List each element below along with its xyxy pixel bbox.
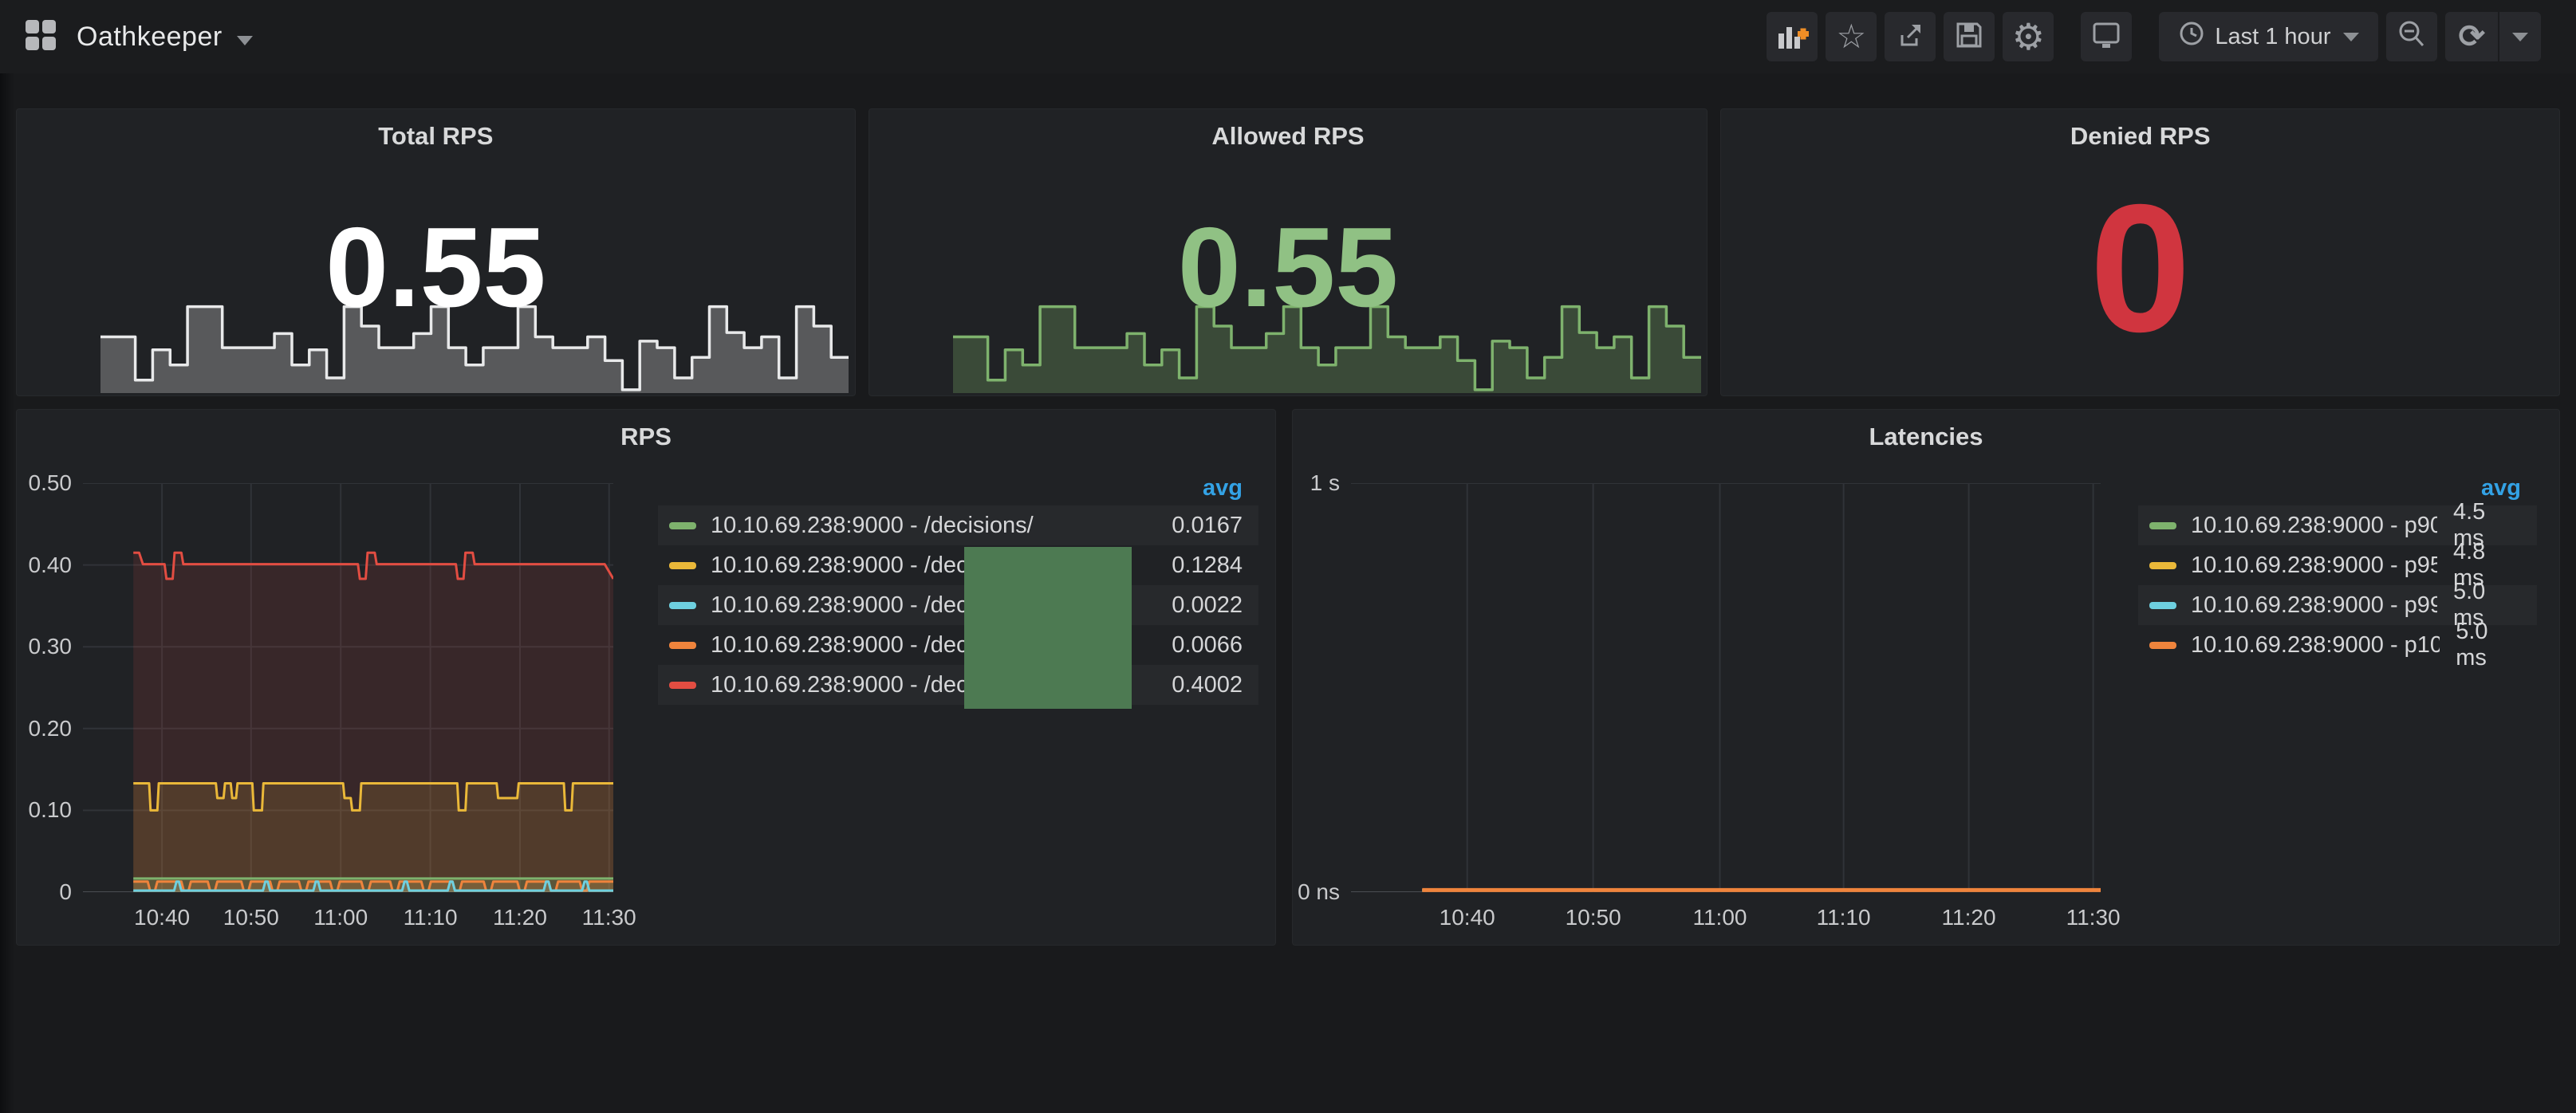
clock-icon: [2178, 20, 2215, 53]
panel-title-denied-rps[interactable]: Denied RPS: [1721, 122, 2559, 151]
series-color-swatch: [669, 642, 696, 649]
series-color-swatch: [2149, 522, 2176, 529]
time-range-label: Last 1 hour: [2215, 24, 2330, 50]
x-tick-label: 10:50: [223, 905, 279, 930]
panel-allowed-rps: Allowed RPS 0.55: [869, 108, 1708, 396]
save-button[interactable]: [1944, 12, 1995, 61]
navbar-left: Oathkeeper: [24, 18, 253, 56]
navbar-actions: ☆: [1759, 12, 2541, 61]
series-color-swatch: [2149, 602, 2176, 609]
monitor-icon: [2089, 18, 2124, 57]
y-tick-label: 0.10: [14, 797, 72, 823]
refresh-interval-button[interactable]: [2498, 12, 2541, 61]
series-avg-value: 0.4002: [1156, 672, 1243, 698]
x-tick-label: 11:00: [313, 905, 368, 930]
panel-total-rps: Total RPS 0.55: [16, 108, 856, 396]
legend-avg-header[interactable]: avg: [658, 470, 1258, 505]
series-avg-value: 0.0066: [1156, 632, 1243, 659]
y-tick-label: 0.50: [14, 470, 72, 496]
series-name[interactable]: 10.10.69.238:9000 - p95: [2191, 553, 2437, 579]
y-tick-label: 0.30: [14, 634, 72, 659]
panel-latencies-graph: Latencies 0 ns 1 s 10:40 10:50 11:00 11:10 11:…: [1292, 409, 2560, 946]
legend-row[interactable]: 10.10.69.238:9000 - p1005.0 ms: [2138, 625, 2537, 665]
y-tick-label: 0.20: [14, 716, 72, 741]
series-name[interactable]: 10.10.69.238:9000 - p100: [2191, 632, 2440, 659]
dashboard-title[interactable]: Oathkeeper: [77, 22, 223, 53]
y-tick-label: 0: [14, 879, 72, 905]
series-name[interactable]: 10.10.69.238:9000 - /decisions/: [711, 513, 1034, 539]
allowed-rps-value: 0.55: [869, 211, 1707, 324]
x-tick-label: 10:50: [1566, 905, 1621, 930]
zoom-out-icon: [2394, 18, 2429, 57]
series-color-swatch: [2149, 562, 2176, 569]
x-tick-label: 11:30: [582, 905, 636, 930]
y-tick-label: 1 s: [1289, 470, 1340, 496]
refresh-button[interactable]: ⟳: [2445, 12, 2498, 61]
refresh-interval-chevron-down-icon: [2512, 33, 2528, 41]
rps-legend: avg10.10.69.238:9000 - /decisions/0.0167…: [658, 470, 1258, 705]
bar-chart-plus-icon: [1774, 18, 1810, 57]
x-tick-label: 11:00: [1692, 905, 1747, 930]
x-tick-label: 11:10: [1817, 905, 1871, 930]
y-tick-label: 0 ns: [1289, 879, 1340, 905]
y-tick-label: 0.40: [14, 553, 72, 578]
refresh-split-button: ⟳: [2445, 12, 2541, 61]
add-panel-button[interactable]: [1767, 12, 1818, 61]
latencies-legend: avg10.10.69.238:9000 - p904.5 ms10.10.69…: [2138, 470, 2537, 665]
refresh-icon: ⟳: [2458, 21, 2485, 53]
redaction-overlay: [964, 547, 1132, 709]
series-avg-value: 0.0022: [1156, 592, 1243, 619]
zoom-out-button[interactable]: [2386, 12, 2437, 61]
total-rps-value: 0.55: [17, 211, 855, 324]
save-icon: [1952, 18, 1987, 57]
legend-row[interactable]: 10.10.69.238:9000 - /decisions/0.0066: [658, 625, 1258, 665]
series-avg-value: 0.1284: [1156, 553, 1243, 579]
panel-title-allowed-rps[interactable]: Allowed RPS: [869, 122, 1707, 151]
time-range-button[interactable]: Last 1 hour: [2159, 12, 2378, 61]
series-color-swatch: [669, 562, 696, 569]
x-tick-label: 11:20: [493, 905, 547, 930]
x-tick-label: 10:40: [1440, 905, 1495, 930]
legend-row[interactable]: 10.10.69.238:9000 - /decisions/0.0022: [658, 585, 1258, 625]
series-name[interactable]: 10.10.69.238:9000 - p99: [2191, 592, 2437, 619]
rps-plot-area[interactable]: [83, 483, 613, 892]
gear-icon: ⚙: [2012, 18, 2045, 55]
star-icon: ☆: [1837, 20, 1867, 53]
series-avg-value: 0.0167: [1156, 513, 1243, 539]
dashboard-title-chevron-down-icon[interactable]: [237, 36, 253, 45]
panel-title-total-rps[interactable]: Total RPS: [17, 122, 855, 151]
panel-title-latencies[interactable]: Latencies: [1293, 423, 2559, 451]
navbar: Oathkeeper ☆: [0, 0, 2576, 73]
settings-button[interactable]: ⚙: [2003, 12, 2054, 61]
grafana-dashboard: Oathkeeper ☆: [0, 0, 2576, 1113]
series-color-swatch: [669, 682, 696, 689]
denied-rps-value: 0: [1721, 178, 2559, 360]
panel-denied-rps: Denied RPS 0: [1720, 108, 2560, 396]
share-button[interactable]: [1885, 12, 1936, 61]
legend-row[interactable]: 10.10.69.238:9000 - /decisions/0.4002: [658, 665, 1258, 705]
x-tick-label: 11:20: [1942, 905, 1996, 930]
dashboards-grid-icon[interactable]: [24, 18, 57, 56]
tv-mode-button[interactable]: [2081, 12, 2132, 61]
x-tick-label: 11:30: [2066, 905, 2121, 930]
series-color-swatch: [669, 522, 696, 529]
series-avg-value: 5.0 ms: [2440, 619, 2521, 671]
legend-row[interactable]: 10.10.69.238:9000 - /decisions/0.0167: [658, 505, 1258, 545]
star-button[interactable]: ☆: [1826, 12, 1877, 61]
series-name[interactable]: 10.10.69.238:9000 - p90: [2191, 513, 2437, 539]
series-color-swatch: [2149, 642, 2176, 649]
time-range-chevron-down-icon: [2343, 33, 2359, 41]
x-tick-label: 10:40: [134, 905, 190, 930]
panel-title-rps[interactable]: RPS: [17, 423, 1275, 451]
legend-row[interactable]: 10.10.69.238:9000 - /decisions/0.1284: [658, 545, 1258, 585]
latencies-plot-area[interactable]: [1351, 483, 2101, 892]
share-icon: [1893, 18, 1928, 57]
series-color-swatch: [669, 602, 696, 609]
panel-rps-graph: RPS 0 0.10 0.20 0.30 0.40 0.50 10:40 10:50 11:00…: [16, 409, 1276, 946]
stat-row: Total RPS 0.55 Allowed RPS 0.55 Denied R…: [16, 108, 2560, 396]
x-tick-label: 11:10: [404, 905, 458, 930]
